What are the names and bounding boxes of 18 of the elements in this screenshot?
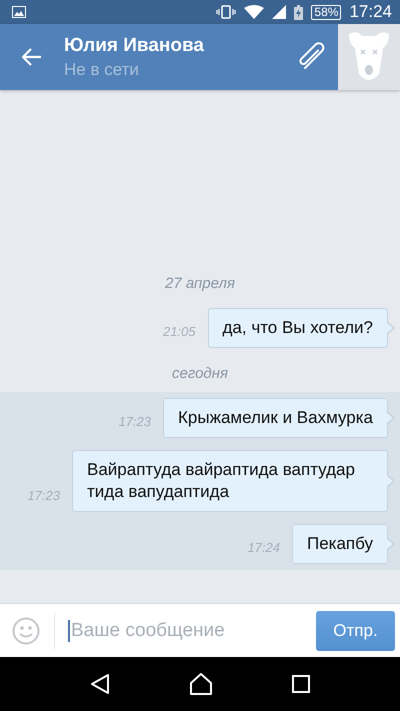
back-arrow-icon[interactable] — [22, 48, 42, 66]
home-icon[interactable] — [188, 673, 213, 695]
image-icon — [12, 6, 26, 18]
date-separator: 27 апреля — [165, 274, 235, 292]
contact-name: Юлия Иванова — [64, 34, 205, 56]
battery-percentage: 58% — [311, 4, 342, 20]
message-time: 21:05 — [162, 324, 196, 339]
wifi-icon — [244, 5, 264, 19]
back-icon[interactable] — [90, 673, 110, 695]
signal-icon — [272, 5, 286, 19]
recents-icon[interactable] — [292, 675, 310, 693]
vibrate-icon — [216, 5, 236, 19]
paperclip-icon[interactable] — [299, 42, 324, 69]
date-separator: сегодня — [172, 364, 228, 382]
clock-time: 17:24 — [349, 2, 392, 22]
online-status: Не в сети — [64, 60, 140, 80]
message-input[interactable]: Ваше сообщение — [67, 620, 308, 642]
battery-charging-icon — [294, 4, 304, 20]
